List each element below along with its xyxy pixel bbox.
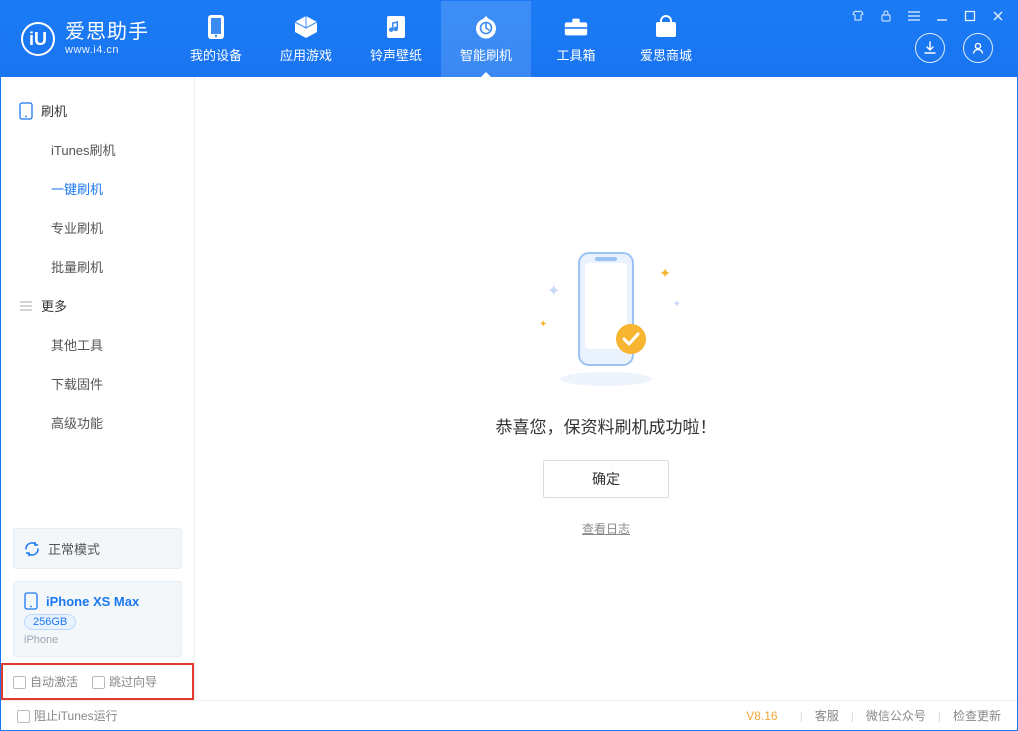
device-type: iPhone	[24, 634, 58, 646]
download-button[interactable]	[915, 33, 945, 63]
close-button[interactable]	[989, 7, 1007, 25]
sparkle-icon: ✦	[673, 299, 681, 310]
device-info-block[interactable]: iPhone XS Max 256GB iPhone	[13, 581, 182, 657]
nav-tab-1[interactable]: 应用游戏	[261, 1, 351, 77]
device-storage-badge: 256GB	[24, 614, 76, 630]
nav-tab-2[interactable]: 铃声壁纸	[351, 1, 441, 77]
sidebar-item[interactable]: 专业刷机	[1, 208, 194, 247]
refresh-icon	[24, 541, 40, 557]
sidebar-group-more-label: 更多	[41, 296, 67, 315]
sidebar-item[interactable]: 批量刷机	[1, 247, 194, 286]
toolbox-icon	[563, 15, 589, 39]
sidebar-item[interactable]: 下载固件	[1, 364, 194, 403]
skip-guide-checkbox[interactable]: 跳过向导	[92, 673, 157, 690]
footer-service-link[interactable]: 客服	[815, 707, 839, 724]
flash-options-row: 自动激活 跳过向导	[1, 663, 194, 700]
nav-label: 铃声壁纸	[370, 45, 422, 64]
list-icon	[19, 300, 33, 312]
nav-label: 爱思商城	[640, 45, 692, 64]
sidebar-item[interactable]: iTunes刷机	[1, 130, 194, 169]
ok-button[interactable]: 确定	[543, 460, 669, 498]
brand-title: 爱思助手	[65, 21, 149, 44]
sidebar-item[interactable]: 高级功能	[1, 403, 194, 442]
success-illustration: ✦ ✦ ✦ ✦	[521, 241, 691, 391]
main-content: ✦ ✦ ✦ ✦ 恭喜您，保资料刷机成功啦！ 确定 查看日志	[195, 77, 1017, 700]
auto-activate-checkbox[interactable]: 自动激活	[13, 673, 78, 690]
user-button[interactable]	[963, 33, 993, 63]
sidebar-item[interactable]: 一键刷机	[1, 169, 194, 208]
sidebar-item[interactable]: 其他工具	[1, 325, 194, 364]
device-name: iPhone XS Max	[46, 594, 139, 609]
minimize-button[interactable]	[933, 7, 951, 25]
apps-icon	[293, 15, 319, 39]
nav-tab-5[interactable]: 爱思商城	[621, 1, 711, 77]
sidebar-group-flash: 刷机	[1, 91, 194, 130]
body: 刷机 iTunes刷机一键刷机专业刷机批量刷机 更多 其他工具下载固件高级功能 …	[1, 77, 1017, 700]
main-nav: 我的设备 应用游戏 铃声壁纸 智能刷机 工具箱 爱思商城	[171, 1, 711, 77]
nav-label: 智能刷机	[460, 45, 512, 64]
footer-wechat-link[interactable]: 微信公众号	[866, 707, 926, 724]
tshirt-icon[interactable]	[849, 7, 867, 25]
nav-label: 应用游戏	[280, 45, 332, 64]
lock-icon[interactable]	[877, 7, 895, 25]
nav-label: 我的设备	[190, 45, 242, 64]
nav-tab-3[interactable]: 智能刷机	[441, 1, 531, 77]
app-window: iU 爱思助手 www.i4.cn 我的设备 应用游戏 铃声壁纸 智能刷机 工具…	[0, 0, 1018, 731]
download-icon	[922, 40, 938, 56]
maximize-button[interactable]	[961, 7, 979, 25]
device-icon	[24, 592, 38, 610]
menu-icon[interactable]	[905, 7, 923, 25]
sparkle-icon: ✦	[659, 265, 671, 282]
device-mode-label: 正常模式	[48, 539, 100, 558]
shop-icon	[653, 15, 679, 39]
sparkle-icon: ✦	[547, 281, 560, 301]
phone-outline-icon	[19, 102, 33, 120]
sidebar-group-more: 更多	[1, 286, 194, 325]
block-itunes-checkbox[interactable]: 阻止iTunes运行	[17, 707, 118, 724]
success-message: 恭喜您，保资料刷机成功啦！	[496, 413, 717, 438]
footer-update-link[interactable]: 检查更新	[953, 707, 1001, 724]
sparkle-icon: ✦	[539, 319, 547, 330]
header: iU 爱思助手 www.i4.cn 我的设备 应用游戏 铃声壁纸 智能刷机 工具…	[1, 1, 1017, 77]
view-log-link[interactable]: 查看日志	[582, 520, 630, 537]
flash-icon	[473, 15, 499, 39]
app-logo-icon: iU	[21, 22, 55, 56]
music-icon	[383, 15, 409, 39]
nav-tab-4[interactable]: 工具箱	[531, 1, 621, 77]
brand-area: iU 爱思助手 www.i4.cn	[1, 1, 171, 77]
user-icon	[970, 40, 986, 56]
sidebar-group-flash-label: 刷机	[41, 101, 67, 120]
nav-label: 工具箱	[556, 45, 595, 64]
sidebar: 刷机 iTunes刷机一键刷机专业刷机批量刷机 更多 其他工具下载固件高级功能 …	[1, 77, 195, 700]
device-mode-block[interactable]: 正常模式	[13, 528, 182, 569]
version-label: V8.16	[746, 709, 777, 723]
brand-subtitle: www.i4.cn	[65, 44, 149, 57]
footer: 阻止iTunes运行 V8.16 | 客服 | 微信公众号 | 检查更新	[1, 700, 1017, 730]
device-icon	[203, 15, 229, 39]
titlebar-controls	[849, 7, 1007, 25]
nav-tab-0[interactable]: 我的设备	[171, 1, 261, 77]
